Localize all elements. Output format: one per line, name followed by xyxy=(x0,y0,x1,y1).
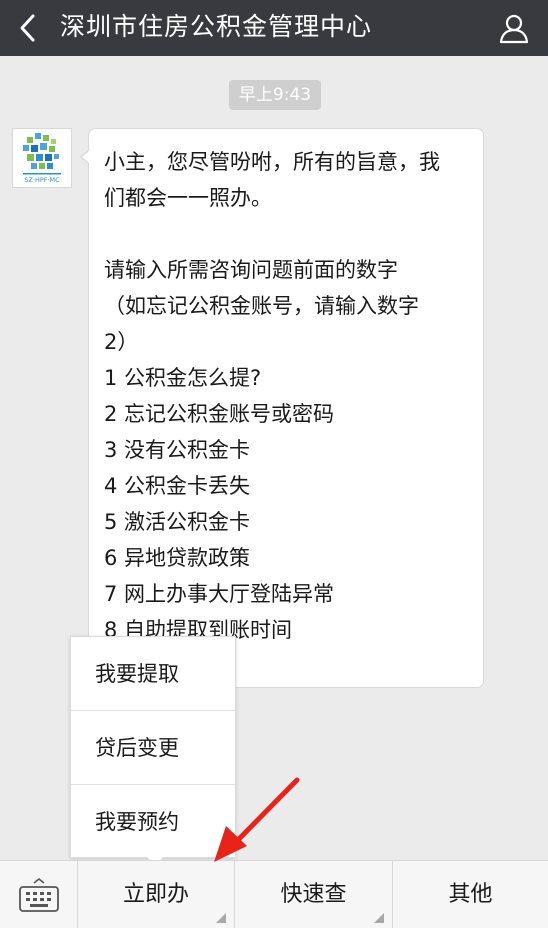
submenu-indicator-icon xyxy=(374,913,384,923)
message-line: 请输入所需咨询问题前面的数字 xyxy=(104,258,398,282)
message-line: 7 网上办事大厅登陆异常 xyxy=(104,582,335,606)
avatar-logo-text: SZ·HPF·MC xyxy=(24,176,60,184)
message-line: （如忘记公积金账号，请输入数字 xyxy=(104,294,419,318)
message-line: 2） xyxy=(104,330,139,354)
menu-button-label: 立即办 xyxy=(122,882,189,907)
avatar[interactable]: SZ·HPF·MC xyxy=(12,128,72,188)
submenu-item-withdraw[interactable]: 我要提取 xyxy=(71,637,235,711)
submenu-indicator-icon xyxy=(216,913,226,923)
page-title: 深圳市住房公积金管理中心 xyxy=(60,12,373,41)
message-line: 们都会一一照办。 xyxy=(104,186,272,210)
keyboard-icon xyxy=(18,877,59,912)
menu-button-do-now[interactable]: 立即办 xyxy=(78,861,235,928)
housing-fund-logo-icon: SZ·HPF·MC xyxy=(23,133,61,184)
chevron-left-icon xyxy=(20,14,35,42)
submenu-item-post-loan-change[interactable]: 贷后变更 xyxy=(71,711,235,785)
user-icon xyxy=(499,14,529,44)
back-button[interactable] xyxy=(8,8,48,48)
keyboard-toggle-button[interactable] xyxy=(0,861,78,928)
message-line: 1 公积金怎么提? xyxy=(104,366,262,390)
menu-button-label: 其他 xyxy=(448,882,493,907)
message-line: 5 激活公积金卡 xyxy=(104,510,251,534)
menu-button-quick-query[interactable]: 快速查 xyxy=(235,861,393,928)
title-bar: 深圳市住房公积金管理中心 xyxy=(0,0,548,56)
bottom-menu-bar: 立即办 快速查 其他 xyxy=(0,860,548,928)
message-timestamp: 早上9:43 xyxy=(229,80,321,110)
message-line: 小主，您尽管吩咐，所有的旨意，我 xyxy=(104,150,440,174)
message-line: 4 公积金卡丢失 xyxy=(104,474,251,498)
profile-button[interactable] xyxy=(494,8,534,48)
submenu-popup: 我要提取 贷后变更 我要预约 xyxy=(70,636,236,865)
message-line: 3 没有公积金卡 xyxy=(104,438,251,462)
menu-button-label: 快速查 xyxy=(280,882,347,907)
message-line: 6 异地贷款政策 xyxy=(104,546,251,570)
submenu-item-appointment[interactable]: 我要预约 xyxy=(71,785,235,859)
message-bubble[interactable]: 小主，您尽管吩咐，所有的旨意，我 们都会一一照办。 请输入所需咨询问题前面的数字… xyxy=(80,128,484,688)
message-line: 2 忘记公积金账号或密码 xyxy=(104,402,335,426)
menu-button-other[interactable]: 其他 xyxy=(393,861,548,928)
message-line xyxy=(89,216,483,252)
